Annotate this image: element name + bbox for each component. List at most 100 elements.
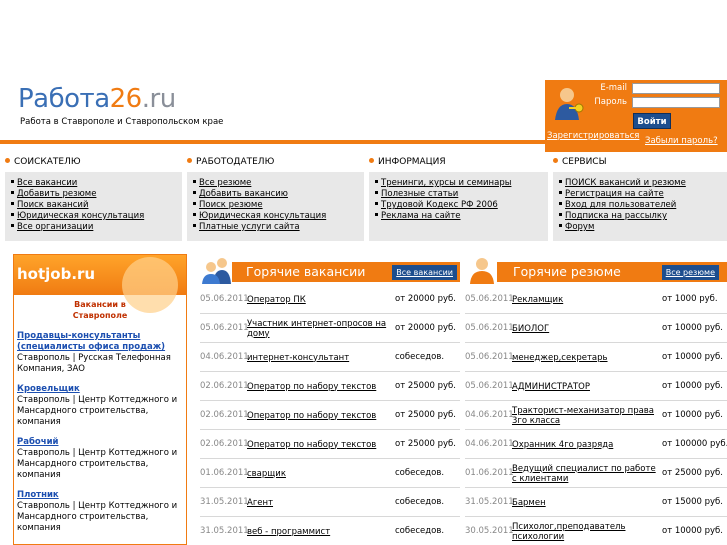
hotjob-logo[interactable]: hotjob.ru [17, 265, 95, 283]
row-date: 30.05.2011 [465, 526, 514, 536]
site-tagline: Работа в Ставрополе и Ставропольском кра… [20, 117, 224, 127]
menu-link[interactable]: Все вакансии [11, 178, 182, 189]
hot-resumes-header: Горячие резюме Все резюме [497, 262, 727, 282]
row-position-link[interactable]: веб - программист [247, 517, 387, 545]
section-services: ПОИСК вакансий и резюме Регистрация на с… [553, 172, 727, 241]
row-position-link[interactable]: АДМИНИСТРАТОР [512, 372, 662, 401]
table-row: 05.06.2011 Оператор ПК от 20000 руб. [200, 285, 460, 314]
menu-link[interactable]: Полезные статьи [375, 189, 548, 200]
login-button[interactable]: Войти [633, 113, 671, 129]
row-salary: от 20000 руб. [395, 323, 456, 333]
table-row: 05.06.2011 Участник интернет-опросов на д… [200, 314, 460, 343]
row-salary: от 25000 руб. [395, 439, 456, 449]
forgot-password-link[interactable]: Забыли пароль? [645, 136, 718, 146]
row-position-link[interactable]: сварщик [247, 459, 387, 488]
vacancy-company: Ставрополь | Центр Коттеджного и Мансард… [17, 501, 178, 533]
row-position-link[interactable]: Агент [247, 488, 387, 517]
row-position-link[interactable]: Оператор по набору текстов [247, 430, 387, 459]
section-seekers: Все вакансии Добавить резюме Поиск вакан… [5, 172, 182, 241]
row-position-link[interactable]: Оператор по набору текстов [247, 372, 387, 401]
menu-link[interactable]: Платные услуги сайта [193, 222, 364, 233]
menu-link[interactable]: Тренинги, курсы и семинары [375, 178, 548, 189]
table-row: 05.06.2011 БИОЛОГ от 10000 руб. [465, 314, 727, 343]
list-item: Плотник Ставрополь | Центр Коттеджного и… [14, 490, 186, 534]
list-item: Кровельщик Ставрополь | Центр Коттеджног… [14, 384, 186, 428]
menu-link[interactable]: Регистрация на сайте [559, 189, 727, 200]
vacancy-link[interactable]: Рабочий [17, 437, 183, 448]
row-date: 05.06.2011 [200, 323, 249, 333]
table-row: 05.06.2011 АДМИНИСТРАТОР от 10000 руб. [465, 372, 727, 401]
table-row: 02.06.2011 Оператор по набору текстов от 2… [200, 401, 460, 430]
menu-link[interactable]: Подписка на рассылку [559, 211, 727, 222]
menu-link[interactable]: Форум [559, 222, 727, 233]
row-date: 02.06.2011 [200, 439, 249, 449]
menu-link[interactable]: ПОИСК вакансий и резюме [559, 178, 727, 189]
email-label: E-mail [600, 83, 627, 93]
vacancy-link[interactable]: Продавцы-консультанты (специалисты офиса… [17, 331, 183, 353]
register-link[interactable]: Зарегистрироваться [547, 131, 639, 142]
all-vacancies-link[interactable]: Все вакансии [392, 265, 457, 280]
people-icon [202, 258, 231, 284]
row-position-link[interactable]: менеджер,секретарь [512, 343, 662, 372]
password-label: Пароль [594, 97, 627, 107]
table-row: 31.05.2011 Агент собеседов. [200, 488, 460, 517]
row-position-link[interactable]: Охранник 4го разряда [512, 430, 662, 459]
hotjob-header: hotjob.ru [14, 255, 186, 313]
row-salary: собеседов. [395, 468, 445, 478]
row-salary: от 1000 руб. [662, 294, 718, 304]
key-user-icon [555, 88, 584, 120]
row-position-link[interactable]: Тракторист-механизатор права 3го класса [512, 401, 662, 430]
row-salary: от 10000 руб. [662, 526, 723, 536]
row-date: 04.06.2011 [465, 410, 514, 420]
row-position-link[interactable]: БИОЛОГ [512, 314, 662, 343]
row-position-link[interactable]: Участник интернет-опросов на дому [247, 314, 387, 343]
hotjob-widget: hotjob.ru Вакансии в Ставрополе Продавцы… [13, 254, 187, 545]
section-employers: Все резюме Добавить вакансию Поиск резюм… [187, 172, 364, 241]
logo-part1: Работа [18, 84, 110, 114]
menu-link[interactable]: Все резюме [193, 178, 364, 189]
row-date: 01.06.2011 [200, 468, 249, 478]
row-position-link[interactable]: интернет-консультант [247, 343, 387, 372]
row-position-link[interactable]: Рекламщик [512, 285, 662, 314]
row-salary: от 10000 руб. [662, 323, 723, 333]
row-salary: от 25000 руб. [662, 468, 723, 478]
row-salary: от 25000 руб. [395, 410, 456, 420]
menu-link[interactable]: Добавить резюме [11, 189, 182, 200]
password-field[interactable] [632, 97, 720, 108]
email-field[interactable] [632, 83, 720, 94]
menu-link[interactable]: Все организации [11, 222, 182, 233]
section-title-seekers: СОИСКАТЕЛЮ [5, 157, 81, 167]
bullet-icon [369, 158, 374, 163]
menu-link[interactable]: Юридическая консультация [193, 211, 364, 222]
row-date: 02.06.2011 [200, 381, 249, 391]
menu-link[interactable]: Поиск вакансий [11, 200, 182, 211]
table-row: 30.05.2011 Психолог,преподаватель психоло… [465, 517, 727, 545]
row-salary: собеседов. [395, 497, 445, 507]
row-position-link[interactable]: Бармен [512, 488, 662, 517]
hot-resumes-list: 05.06.2011 Рекламщик от 1000 руб. 05.06.201… [465, 285, 727, 545]
row-date: 04.06.2011 [200, 352, 249, 362]
menu-link[interactable]: Трудовой Кодекс РФ 2006 [375, 200, 548, 211]
row-position-link[interactable]: Ведущий специалист по работе с клиентами [512, 459, 662, 488]
row-position-link[interactable]: Оператор по набору текстов [247, 401, 387, 430]
menu-link[interactable]: Вход для пользователей [559, 200, 727, 211]
table-row: 02.06.2011 Оператор по набору текстов от 2… [200, 430, 460, 459]
vacancy-company: Ставрополь | Центр Коттеджного и Мансард… [17, 395, 178, 427]
section-title-employers: РАБОТОДАТЕЛЮ [187, 157, 274, 167]
row-position-link[interactable]: Оператор ПК [247, 285, 387, 314]
vacancy-link[interactable]: Кровельщик [17, 384, 183, 395]
site-logo[interactable]: Работа26.ru [18, 84, 176, 114]
vacancy-link[interactable]: Плотник [17, 490, 183, 501]
menu-link[interactable]: Реклама на сайте [375, 211, 548, 222]
row-position-link[interactable]: Психолог,преподаватель психологии [512, 517, 662, 545]
section-title-services: СЕРВИСЫ [553, 157, 607, 167]
all-resumes-link[interactable]: Все резюме [661, 265, 719, 280]
row-date: 31.05.2011 [200, 497, 249, 507]
person-icon [470, 258, 494, 284]
menu-link[interactable]: Юридическая консультация [11, 211, 182, 222]
decorative-circle [122, 257, 178, 313]
logo-part3: .ru [141, 84, 176, 114]
table-row: 05.06.2011 менеджер,секретарь от 10000 руб… [465, 343, 727, 372]
menu-link[interactable]: Поиск резюме [193, 200, 364, 211]
menu-link[interactable]: Добавить вакансию [193, 189, 364, 200]
